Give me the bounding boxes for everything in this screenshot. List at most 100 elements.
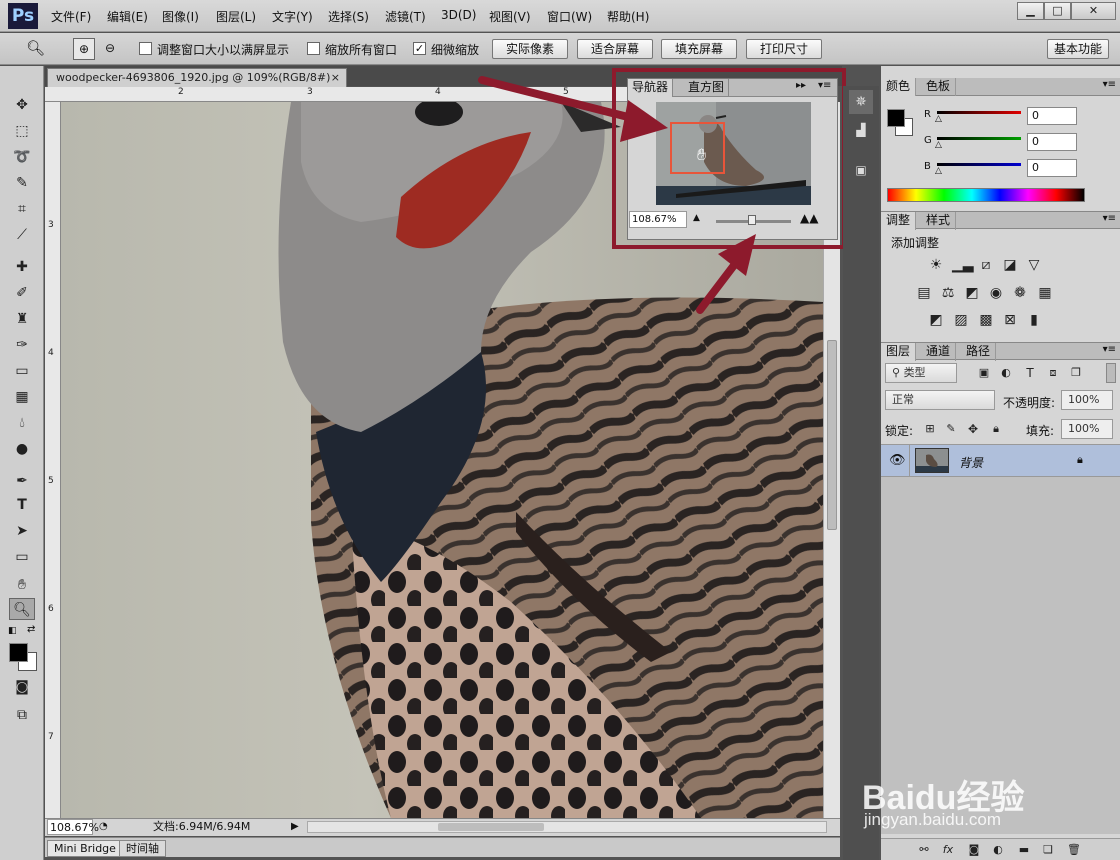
workspace-button[interactable]: 基本功能 <box>1047 39 1109 59</box>
g-channel-slider[interactable] <box>937 137 1021 140</box>
scrubby-zoom-checkbox[interactable]: ✓ <box>413 42 426 55</box>
filter-adjustment-icon[interactable]: ◐ <box>997 365 1015 381</box>
color-spectrum-ramp[interactable] <box>887 188 1085 202</box>
tab-timeline[interactable]: 时间轴 <box>119 840 166 857</box>
vibrance-icon[interactable]: ▽ <box>1025 257 1043 273</box>
status-menu-arrow-icon[interactable]: ▶ <box>291 819 299 835</box>
lock-transparency-icon[interactable]: ⊞ <box>921 421 939 437</box>
opacity-input[interactable]: 100% <box>1061 390 1113 410</box>
info-panel-icon[interactable]: ▣ <box>849 158 873 182</box>
healing-brush-icon[interactable]: ✚ <box>9 256 35 278</box>
minimize-button[interactable]: ▁ <box>1017 2 1044 20</box>
fit-screen-button[interactable]: 适合屏幕 <box>577 39 653 59</box>
menu-file[interactable]: 文件(F) <box>51 8 91 25</box>
scroll-thumb[interactable] <box>438 823 544 831</box>
quick-select-tool-icon[interactable]: ✎ <box>9 172 35 194</box>
lock-position-icon[interactable]: ✥ <box>964 421 982 437</box>
scroll-thumb[interactable] <box>827 340 837 530</box>
color-balance-icon[interactable]: ⚖ <box>939 285 957 301</box>
link-layers-icon[interactable]: ⚯ <box>915 842 933 858</box>
layer-row[interactable]: 👁︎ 背景 🔒︎ <box>881 444 1120 477</box>
black-white-icon[interactable]: ◩ <box>963 285 981 301</box>
blur-tool-icon[interactable]: 💧︎ <box>9 412 35 434</box>
horizontal-scrollbar[interactable] <box>307 821 827 833</box>
screen-mode-icon[interactable]: ⧉ <box>9 704 35 726</box>
eraser-tool-icon[interactable]: ▭ <box>9 360 35 382</box>
filter-shape-icon[interactable]: ⧈ <box>1044 365 1062 381</box>
default-colors-icon[interactable]: ◧ <box>8 626 17 636</box>
quick-mask-icon[interactable]: ◙ <box>9 676 35 698</box>
slider-handle[interactable]: △ <box>935 166 942 176</box>
levels-icon[interactable]: ▁▃ <box>952 257 974 273</box>
panel-menu-icon[interactable]: ▾≡ <box>1103 79 1116 90</box>
menu-select[interactable]: 选择(S) <box>328 8 369 25</box>
type-tool-icon[interactable]: T <box>9 494 35 516</box>
brightness-icon[interactable]: ☀ <box>927 257 945 273</box>
layer-filter-dropdown[interactable]: ⚲ 类型 <box>885 363 957 383</box>
document-tab[interactable]: woodpecker-4693806_1920.jpg @ 109%(RGB/8… <box>47 68 347 87</box>
swap-colors-icon[interactable]: ⇄ <box>27 624 35 635</box>
menu-layer[interactable]: 图层(L) <box>216 8 256 25</box>
slider-handle[interactable]: △ <box>935 114 942 124</box>
crop-tool-icon[interactable]: ⌗ <box>9 198 35 220</box>
lasso-tool-icon[interactable]: ➰ <box>9 146 35 168</box>
filter-pixel-icon[interactable]: ▣ <box>975 365 993 381</box>
move-tool-icon[interactable]: ✥ <box>9 94 35 116</box>
posterize-icon[interactable]: ▨ <box>952 312 970 328</box>
foreground-color-swatch[interactable] <box>9 643 28 662</box>
eyedropper-tool-icon[interactable]: ⟋ <box>9 224 35 246</box>
b-value-input[interactable]: 0 <box>1027 159 1077 177</box>
add-mask-icon[interactable]: ◙ <box>965 842 983 858</box>
filter-toggle[interactable] <box>1106 363 1116 383</box>
filter-smart-object-icon[interactable]: ❐ <box>1067 365 1085 381</box>
zoom-in-icon[interactable]: ⊕ <box>73 38 95 60</box>
menu-help[interactable]: 帮助(H) <box>607 8 649 25</box>
tab-styles[interactable]: 样式 <box>921 212 957 230</box>
resize-windows-checkbox[interactable] <box>139 42 152 55</box>
delete-layer-icon[interactable]: 🗑︎ <box>1065 842 1083 858</box>
curves-icon[interactable]: ⧄ <box>977 257 995 273</box>
lock-all-icon[interactable]: 🔒︎ <box>987 421 1005 437</box>
close-document-icon[interactable]: × <box>331 69 340 86</box>
new-adjustment-icon[interactable]: ◐ <box>989 842 1007 858</box>
new-group-icon[interactable]: ▬ <box>1015 842 1033 858</box>
actual-pixels-button[interactable]: 实际像素 <box>492 39 568 59</box>
tab-adjustments[interactable]: 调整 <box>881 212 917 230</box>
zoom-out-icon[interactable]: ⊖ <box>99 38 121 60</box>
gradient-map-icon[interactable]: ▮ <box>1025 312 1043 328</box>
zoom-status-field[interactable]: 108.67% <box>47 819 99 835</box>
gradient-tool-icon[interactable]: ▦ <box>9 386 35 408</box>
pen-tool-icon[interactable]: ✒ <box>9 470 35 492</box>
hue-saturation-icon[interactable]: ▤ <box>915 285 933 301</box>
tab-channels[interactable]: 通道 <box>921 343 957 361</box>
r-channel-slider[interactable] <box>937 111 1021 114</box>
maximize-button[interactable]: □ <box>1044 2 1071 20</box>
tab-mini-bridge[interactable]: Mini Bridge <box>47 840 123 857</box>
channel-mixer-icon[interactable]: ❁ <box>1011 285 1029 301</box>
close-window-button[interactable]: ✕ <box>1071 2 1116 20</box>
slider-handle[interactable]: △ <box>935 140 942 150</box>
zoom-all-checkbox[interactable] <box>307 42 320 55</box>
dodge-tool-icon[interactable]: ● <box>9 438 35 460</box>
blend-mode-dropdown[interactable]: 正常 <box>885 390 995 410</box>
histogram-panel-icon[interactable]: ▟ <box>849 118 873 142</box>
r-value-input[interactable]: 0 <box>1027 107 1077 125</box>
fill-screen-button[interactable]: 填充屏幕 <box>661 39 737 59</box>
rectangle-tool-icon[interactable]: ▭ <box>9 546 35 568</box>
menu-window[interactable]: 窗口(W) <box>547 8 592 25</box>
marquee-tool-icon[interactable]: ⬚ <box>9 120 35 142</box>
new-layer-icon[interactable]: ❏ <box>1039 842 1057 858</box>
layer-name[interactable]: 背景 <box>959 454 983 471</box>
threshold-icon[interactable]: ▩ <box>977 312 995 328</box>
panel-menu-icon[interactable]: ▾≡ <box>1103 213 1116 224</box>
history-brush-icon[interactable]: ✑ <box>9 334 35 356</box>
menu-edit[interactable]: 编辑(E) <box>107 8 148 25</box>
fill-input[interactable]: 100% <box>1061 419 1113 439</box>
filter-type-icon[interactable]: T <box>1021 365 1039 381</box>
tab-layers[interactable]: 图层 <box>881 343 917 361</box>
menu-view[interactable]: 视图(V) <box>489 8 531 25</box>
foreground-color-swatch[interactable] <box>887 109 905 127</box>
photo-filter-icon[interactable]: ◉ <box>987 285 1005 301</box>
eye-visibility-icon[interactable]: 👁︎ <box>889 453 906 468</box>
menu-filter[interactable]: 滤镜(T) <box>385 8 426 25</box>
